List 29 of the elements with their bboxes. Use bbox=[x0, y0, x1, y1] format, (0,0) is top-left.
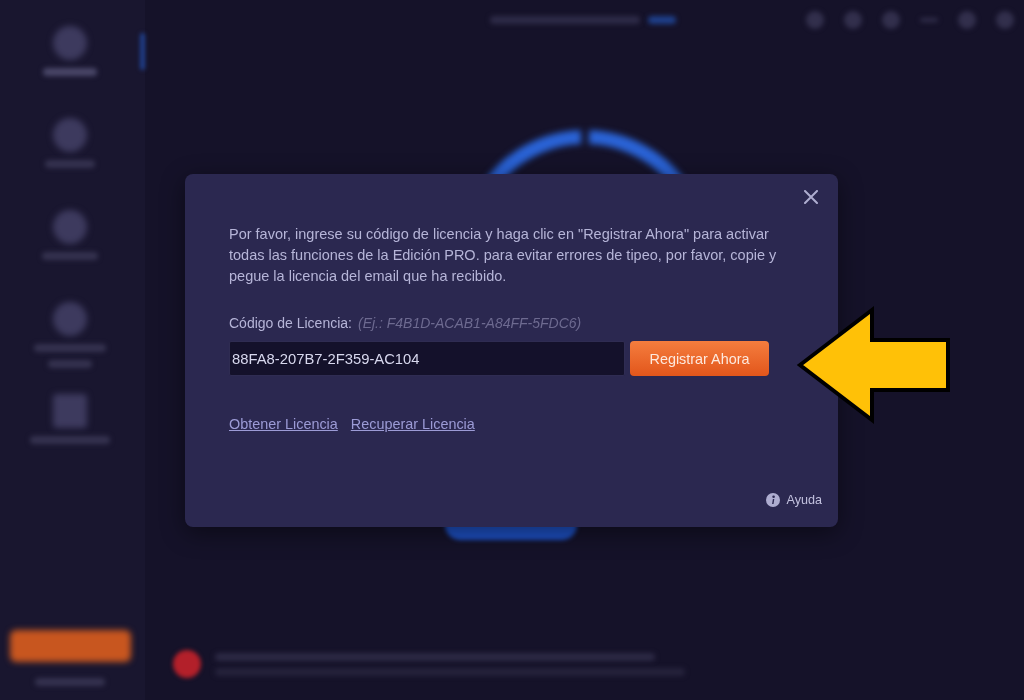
blurred-icon bbox=[958, 11, 976, 29]
blurred-icon bbox=[806, 11, 824, 29]
blurred-label bbox=[43, 68, 97, 76]
blurred-icon bbox=[882, 11, 900, 29]
license-link[interactable]: Recuperar Licencia bbox=[350, 414, 475, 434]
blurred-label bbox=[45, 160, 95, 168]
help-link[interactable]: Ayuda bbox=[765, 490, 822, 510]
format-hint: (Ej.: F4B1D-ACAB1-A84FF-5FDC6) bbox=[358, 314, 582, 332]
sidebar-icon bbox=[53, 302, 87, 336]
blurred-icon bbox=[844, 11, 862, 29]
instructions-text: Por favor, ingrese su código de licencia y haga clic en "Registrar Ahora" para activar todas las funciones de la Edición PRO. para evitar errores de tipeo, por favor, copie y pegue la licencia del email que ha recibido. bbox=[229, 225, 778, 286]
blurred-label bbox=[34, 344, 106, 352]
license-input[interactable]: 88FA8-207B7-2F359-AC104 bbox=[229, 341, 625, 376]
blurred-icon bbox=[996, 11, 1014, 29]
sidebar-icon bbox=[53, 118, 87, 152]
logo-icon bbox=[173, 650, 201, 678]
license-link[interactable]: Obtener Licencia bbox=[229, 414, 338, 434]
sidebar-icon bbox=[53, 394, 87, 428]
blurred-label bbox=[35, 678, 105, 686]
active-indicator bbox=[140, 33, 145, 70]
sidebar-icon bbox=[53, 210, 87, 244]
field-label: Código de Licencia: bbox=[229, 314, 352, 332]
sidebar-icon bbox=[53, 26, 87, 60]
blurred-label bbox=[42, 252, 98, 260]
blurred-tag bbox=[648, 16, 676, 24]
info-icon bbox=[765, 493, 780, 507]
blurred-label bbox=[48, 360, 92, 368]
close-icon bbox=[804, 190, 818, 204]
register-button[interactable]: Registrar Ahora bbox=[630, 341, 769, 376]
